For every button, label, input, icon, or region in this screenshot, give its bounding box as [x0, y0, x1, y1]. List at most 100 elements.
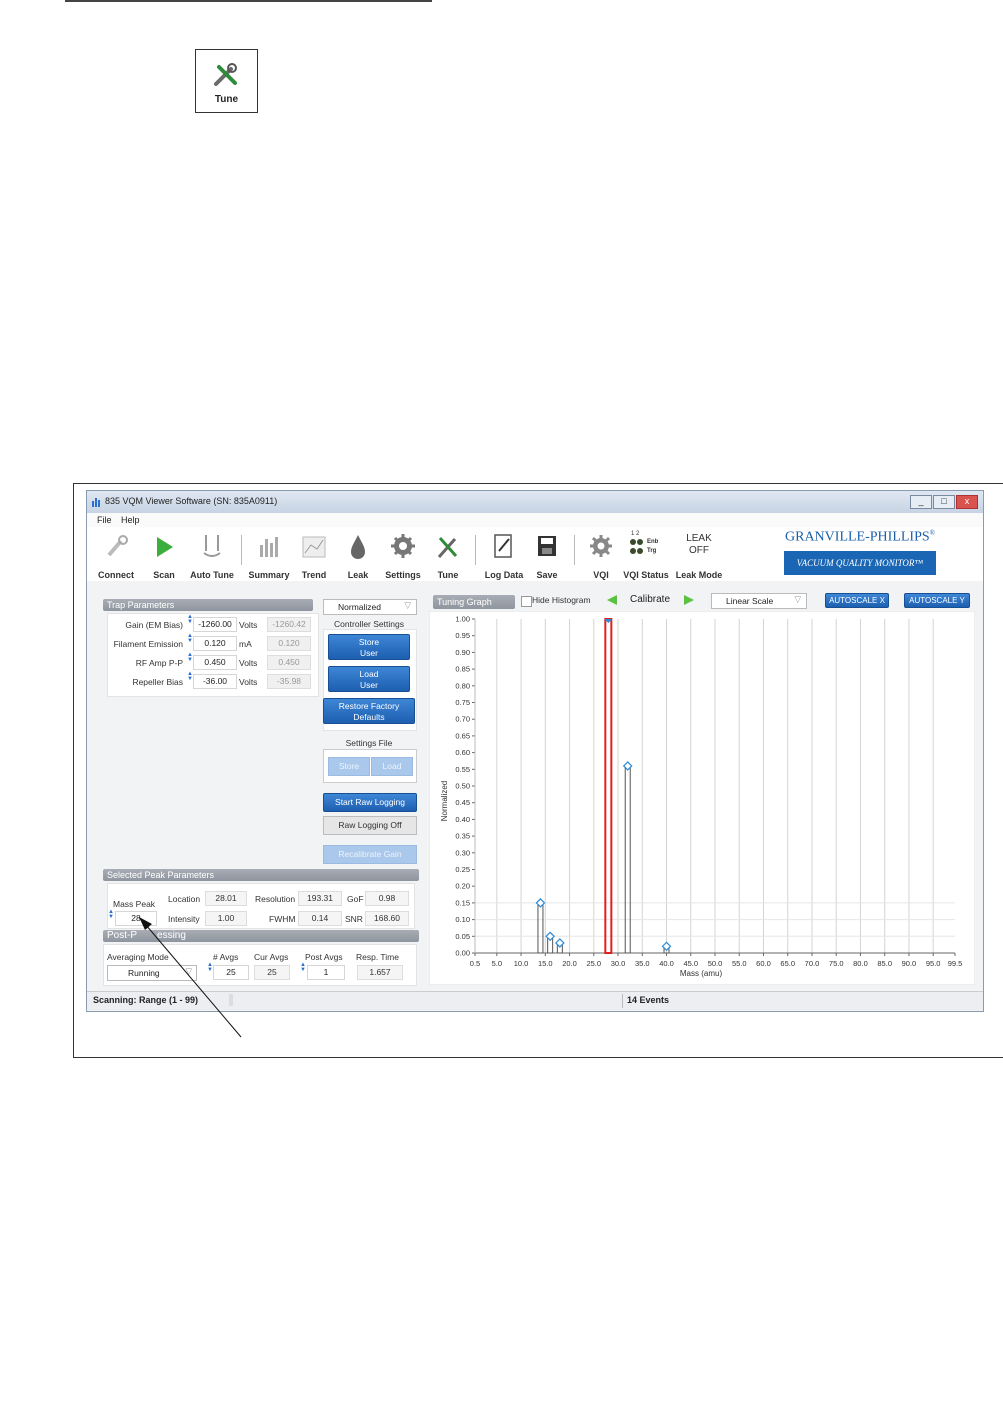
bar-chart-icon [260, 537, 278, 557]
minimize-button[interactable]: _ [910, 495, 932, 509]
post-avgs-input[interactable]: 1 [307, 965, 345, 980]
recalibrate-gain-button[interactable]: Recalibrate Gain [323, 845, 417, 864]
save-button[interactable]: Save [522, 529, 572, 580]
scale-dropdown[interactable]: Linear Scale ▽ [711, 593, 807, 609]
toolbar: Connect Scan Auto Tune Summary Trend Lea… [87, 527, 983, 581]
restore-defaults-button[interactable]: Restore Factory Defaults [323, 698, 415, 724]
tuning-graph[interactable]: 0.5 5.0 10.0 15.0 20.0 25.0 30.0 35.0 40.0 45.0 50… [429, 611, 975, 985]
x-tick-label: 40.0 [659, 959, 674, 968]
repeller-input[interactable]: -36.00 [193, 674, 237, 689]
y-tick-label: 1.00 [455, 615, 470, 624]
y-axis-label: Normalized [440, 781, 449, 821]
hide-histogram-checkbox[interactable] [521, 596, 532, 607]
gof-value: 0.98 [365, 891, 409, 906]
x-tick-label: 60.0 [756, 959, 771, 968]
y-tick-label: 0.50 [455, 782, 470, 791]
store-user-line1: Store [358, 637, 380, 647]
x-axis-label: Mass (amu) [680, 969, 723, 978]
x-tick-label: 99.5 [948, 959, 963, 968]
menu-bar: File Help [87, 513, 983, 527]
y-tick-label: 0.70 [455, 715, 470, 724]
toolbar-separator [574, 535, 575, 565]
window-title: 835 VQM Viewer Software (SN: 835A0911) [105, 496, 278, 506]
x-tick-label: 55.0 [732, 959, 747, 968]
store-user-line2: User [360, 648, 378, 658]
tune-label: Tune [437, 570, 459, 580]
auto-tune-label: Auto Tune [190, 570, 234, 580]
maximize-button[interactable]: □ [933, 495, 955, 509]
location-value: 28.01 [205, 891, 247, 906]
x-tick-label: 50.0 [708, 959, 723, 968]
y-tick-label: 0.80 [455, 681, 470, 690]
avgs-input[interactable]: 25 [213, 965, 249, 980]
brand-registered-mark: ® [929, 529, 935, 537]
vqi-status-button[interactable]: 1 2 Enb Trg VQI Status [621, 529, 671, 580]
auto-tune-button[interactable]: Auto Tune [187, 529, 237, 580]
leak-mode-state-2: OFF [689, 545, 709, 556]
tune-toolbar-icon [437, 537, 458, 558]
resolution-value: 193.31 [298, 891, 342, 906]
controller-settings-label: Controller Settings [334, 619, 404, 629]
autoscale-y-button[interactable]: AUTOSCALE Y [904, 593, 970, 608]
leak-mode-state-1: LEAK [686, 533, 712, 544]
post-avgs-label: Post Avgs [305, 952, 343, 962]
emission-input[interactable]: 0.120 [193, 636, 237, 651]
settings-load-button[interactable]: Load [371, 757, 413, 776]
calibrate-right-arrow-icon[interactable] [682, 594, 696, 606]
fwhm-value: 0.14 [298, 911, 342, 926]
averaging-mode-label: Averaging Mode [107, 952, 169, 962]
tune-icon-label: Tune [214, 94, 239, 105]
display-mode-dropdown[interactable]: Normalized ▽ [323, 599, 417, 615]
scale-value: Linear Scale [726, 596, 774, 606]
fwhm-label: FWHM [269, 914, 296, 924]
gain-input[interactable]: -1260.00 [193, 617, 237, 632]
tune-icon [214, 63, 237, 86]
mass-peak-spinner[interactable]: ▲ ▼ [108, 909, 114, 920]
averaging-mode-value: Running [128, 968, 160, 978]
gear-icon [391, 534, 415, 558]
post-avgs-spinner[interactable]: ▲ ▼ [300, 962, 306, 973]
toolbar-separator [475, 535, 476, 565]
cur-avgs-label: Cur Avgs [254, 952, 289, 962]
scan-status: Scanning: Range (1 - 99) [93, 995, 199, 1005]
trend-icon [302, 536, 326, 558]
mass-peak-input[interactable]: 28 [115, 911, 157, 926]
trap-label: Repeller Bias [132, 677, 183, 687]
menu-help[interactable]: Help [121, 515, 140, 525]
post-processing-header: Post-P essing [103, 930, 419, 942]
snr-label: SNR [345, 914, 363, 924]
store-user-button[interactable]: Store User [328, 634, 410, 660]
averaging-mode-dropdown[interactable]: Running ▽ [107, 965, 197, 981]
y-tick-label: 0.25 [455, 865, 470, 874]
x-tick-label: 45.0 [683, 959, 698, 968]
x-tick-label: 20.0 [562, 959, 577, 968]
repeller-readback: -35.98 [267, 674, 311, 689]
load-user-button[interactable]: Load User [328, 666, 410, 692]
autoscale-x-button[interactable]: AUTOSCALE X [825, 593, 889, 608]
x-tick-label: 95.0 [926, 959, 941, 968]
vqi-trg-label: Trg [647, 548, 657, 554]
x-tick-label: 0.5 [470, 959, 480, 968]
snr-value: 168.60 [365, 911, 409, 926]
trap-unit: Volts [239, 620, 258, 630]
settings-store-button[interactable]: Store [328, 757, 370, 776]
vqi-gear-icon [590, 535, 612, 557]
x-tick-label: 90.0 [902, 959, 917, 968]
y-tick-label: 0.95 [455, 631, 470, 640]
x-tick-label: 85.0 [877, 959, 892, 968]
close-button[interactable]: x [956, 495, 978, 509]
vqi-status-channels: 1 2 [631, 531, 640, 537]
leak-mode-button[interactable]: LEAK OFF Leak Mode [674, 529, 724, 580]
tuning-graph-tab[interactable]: Tuning Graph [433, 595, 515, 609]
avgs-label: # Avgs [213, 952, 239, 962]
y-tick-label: 0.40 [455, 815, 470, 824]
calibrate-left-arrow-icon[interactable] [605, 594, 619, 606]
y-tick-label: 0.05 [455, 932, 470, 941]
trap-label: Filament Emission [113, 639, 183, 649]
rf-amp-input[interactable]: 0.450 [193, 655, 237, 670]
start-raw-logging-button[interactable]: Start Raw Logging [323, 793, 417, 812]
tune-button[interactable]: Tune [423, 529, 473, 580]
chevron-down-icon: ▽ [185, 966, 192, 976]
graph-background [429, 611, 975, 985]
menu-file[interactable]: File [97, 515, 112, 525]
